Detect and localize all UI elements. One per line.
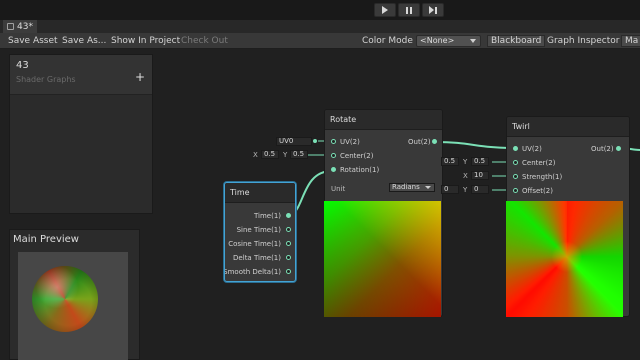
add-icon[interactable]: + xyxy=(135,71,145,83)
step-icon xyxy=(429,6,437,14)
time-port-sine: Sine Time(1) xyxy=(236,226,281,234)
main-preview-panel: Main Preview xyxy=(9,229,140,360)
play-controls-bar xyxy=(0,0,640,20)
twirl-center-port: Center(2) xyxy=(522,159,556,167)
main-preview-toggle[interactable]: Ma xyxy=(621,35,640,47)
rotate-unit-value: Radians xyxy=(392,183,420,191)
time-port-sine-dot[interactable] xyxy=(286,227,291,232)
rotate-node-preview xyxy=(324,201,441,317)
twirl-offset-y-label: Y xyxy=(463,186,468,194)
rotate-uv-value: UV0 xyxy=(279,137,294,145)
rotate-center-y-field[interactable]: 0.5 xyxy=(290,150,308,159)
twirl-center-y-field[interactable]: 0.5 xyxy=(471,157,489,166)
rotate-center-x-value: 0.5 xyxy=(264,150,276,158)
rotate-rotation-port-dot[interactable] xyxy=(331,167,336,172)
tab-title: 43* xyxy=(17,21,33,32)
twirl-offset-port-dot[interactable] xyxy=(513,188,518,193)
rotate-uv-port: UV(2) xyxy=(340,138,360,146)
preview-sphere xyxy=(32,266,98,332)
twirl-center-port-dot[interactable] xyxy=(513,160,518,165)
play-button[interactable] xyxy=(374,3,396,17)
pause-icon xyxy=(406,6,412,14)
color-mode-dropdown[interactable]: <None> xyxy=(416,35,481,47)
time-port-smooth-delta: Smooth Delta(1) xyxy=(224,268,281,276)
twirl-center-x-value: 0.5 xyxy=(444,157,456,165)
twirl-strength-label: X xyxy=(463,172,468,180)
dropdown-caret-icon xyxy=(470,39,476,43)
check-out-button[interactable]: Check Out xyxy=(181,35,228,47)
blackboard-title: 43 xyxy=(16,60,29,71)
rotate-uv-field-dot xyxy=(313,139,317,143)
twirl-node-title: Twirl xyxy=(507,117,629,137)
time-node[interactable]: Time Time(1) Sine Time(1) Cosine Time(1)… xyxy=(224,182,296,282)
twirl-center-y-label: Y xyxy=(463,158,468,166)
rotate-unit-label: Unit xyxy=(331,185,346,193)
twirl-offset-y-field[interactable]: 0 xyxy=(471,185,489,194)
time-port-delta: Delta Time(1) xyxy=(233,254,281,262)
twirl-out-port-dot[interactable] xyxy=(616,146,621,151)
play-icon xyxy=(382,6,388,14)
blackboard-panel: 43 Shader Graphs + xyxy=(9,54,153,214)
save-as-button[interactable]: Save As... xyxy=(62,35,106,47)
time-port-cosine-dot[interactable] xyxy=(286,241,291,246)
step-button[interactable] xyxy=(422,3,444,17)
twirl-center-x-field[interactable]: 0.5 xyxy=(441,157,459,166)
main-preview-viewport[interactable] xyxy=(18,252,128,360)
rotate-center-x-field[interactable]: 0.5 xyxy=(261,150,279,159)
rotate-center-y-label: Y xyxy=(283,151,288,159)
blackboard-toggle[interactable]: Blackboard xyxy=(487,35,546,47)
twirl-center-y-value: 0.5 xyxy=(474,157,486,165)
show-in-project-button[interactable]: Show In Project xyxy=(111,35,180,47)
twirl-strength-port-dot[interactable] xyxy=(513,174,518,179)
graph-toolbar: Save Asset Save As... Show In Project Ch… xyxy=(0,33,640,49)
time-port-delta-dot[interactable] xyxy=(286,255,291,260)
twirl-strength-field[interactable]: 10 xyxy=(471,171,489,180)
dropdown-caret-icon xyxy=(425,186,431,189)
rotate-node-title: Rotate xyxy=(325,110,442,130)
time-port-time-dot[interactable] xyxy=(286,213,291,218)
rotate-rotation-port: Rotation(1) xyxy=(340,166,380,174)
twirl-strength-value: 10 xyxy=(474,171,483,179)
twirl-offset-x-field[interactable]: 0 xyxy=(441,185,459,194)
twirl-offset-y-value: 0 xyxy=(474,185,479,193)
save-asset-button[interactable]: Save Asset xyxy=(8,35,58,47)
twirl-uv-port-dot[interactable] xyxy=(513,146,518,151)
color-mode-label: Color Mode xyxy=(362,36,413,46)
tab-shader-graph[interactable]: 43* xyxy=(3,20,37,33)
twirl-out-port: Out(2) xyxy=(591,145,614,153)
twirl-node-preview xyxy=(506,201,623,317)
rotate-center-port: Center(2) xyxy=(340,152,374,160)
tab-strip: 43* xyxy=(0,20,640,33)
twirl-uv-port: UV(2) xyxy=(522,145,542,153)
rotate-center-y-value: 0.5 xyxy=(293,150,305,158)
graph-inspector-toggle[interactable]: Graph Inspector xyxy=(547,35,619,47)
color-mode-value: <None> xyxy=(420,36,455,45)
time-port-time: Time(1) xyxy=(253,212,281,220)
shader-graph-window: 43* Save Asset Save As... Show In Projec… xyxy=(0,0,640,360)
time-node-title: Time xyxy=(225,183,295,203)
rotate-center-x-label: X xyxy=(253,151,258,159)
blackboard-header: 43 Shader Graphs + xyxy=(10,55,152,95)
twirl-offset-x-value: 0 xyxy=(444,185,449,193)
rotate-center-port-dot[interactable] xyxy=(331,153,336,158)
rotate-uv-field[interactable]: UV0 xyxy=(276,137,312,146)
twirl-strength-port: Strength(1) xyxy=(522,173,563,181)
rotate-uv-port-dot[interactable] xyxy=(331,139,336,144)
blackboard-subtitle: Shader Graphs xyxy=(16,75,76,84)
time-port-cosine: Cosine Time(1) xyxy=(228,240,281,248)
rotate-out-port: Out(2) xyxy=(408,138,431,146)
time-port-smooth-delta-dot[interactable] xyxy=(286,269,291,274)
shader-graph-tab-icon xyxy=(7,23,14,30)
rotate-unit-dropdown[interactable]: Radians xyxy=(389,183,435,192)
main-preview-title: Main Preview xyxy=(13,234,79,245)
rotate-out-port-dot[interactable] xyxy=(432,139,437,144)
pause-button[interactable] xyxy=(398,3,420,17)
twirl-offset-port: Offset(2) xyxy=(522,187,553,195)
